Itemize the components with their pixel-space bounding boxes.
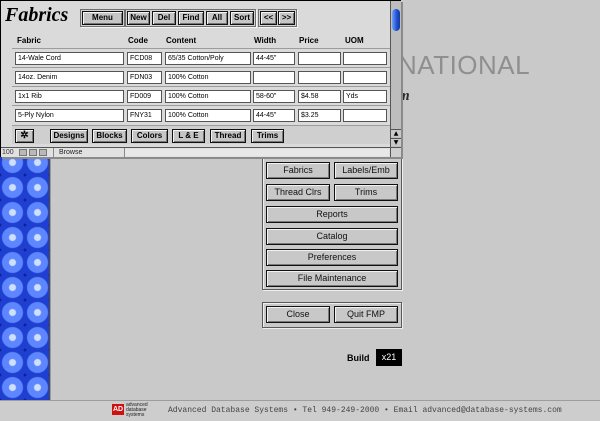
price-field[interactable]: $3.25 bbox=[298, 109, 341, 122]
price-field[interactable]: $4.58 bbox=[298, 90, 341, 103]
table-row: 5-Ply Nylon FNY31 100% Cotton 44-45" $3.… bbox=[12, 105, 390, 124]
build-label: Build bbox=[347, 353, 370, 363]
table-row: 1x1 Rib FD009 100% Cotton 58-60" $4.58 Y… bbox=[12, 86, 390, 105]
width-field[interactable]: 44-45" bbox=[253, 109, 295, 122]
l-and-e-button[interactable]: L & E bbox=[172, 129, 205, 143]
ads-logo: AD bbox=[112, 404, 124, 415]
snowflake-icon: ✲ bbox=[20, 130, 29, 141]
fabrics-window: Fabrics Menu New Del Find All Sort << >>… bbox=[0, 0, 401, 157]
build-value: x21 bbox=[376, 349, 402, 366]
previous-record-button[interactable]: << bbox=[260, 11, 277, 25]
window-title: Fabrics bbox=[5, 4, 69, 26]
designs-button[interactable]: Designs bbox=[50, 129, 88, 143]
file-maintenance-button[interactable]: File Maintenance bbox=[266, 270, 398, 287]
reports-button[interactable]: Reports bbox=[266, 206, 398, 223]
code-field[interactable]: FNY31 bbox=[127, 109, 162, 122]
mode-popup[interactable]: Browse bbox=[53, 148, 125, 157]
horizontal-scrollbar[interactable] bbox=[125, 149, 389, 156]
fabric-field[interactable]: 14oz. Denim bbox=[15, 71, 124, 84]
status-area-toggle-icon[interactable] bbox=[39, 149, 47, 156]
content-field[interactable]: 100% Cotton bbox=[165, 90, 251, 103]
table-row: 14-Wale Cord FCD08 65/35 Cotton/Poly 44-… bbox=[12, 48, 390, 67]
blocks-button[interactable]: Blocks bbox=[92, 129, 127, 143]
column-header-content: Content bbox=[166, 36, 197, 45]
resize-handle[interactable] bbox=[390, 147, 401, 157]
fabrics-button[interactable]: Fabrics bbox=[266, 162, 330, 179]
column-header-width: Width bbox=[254, 36, 277, 45]
fabric-field[interactable]: 1x1 Rib bbox=[15, 90, 124, 103]
footer-bar: AD advanced database systems Advanced Da… bbox=[0, 400, 600, 421]
content-field[interactable]: 65/35 Cotton/Poly bbox=[165, 52, 251, 65]
column-header-uom: UOM bbox=[345, 36, 364, 45]
column-header-fabric: Fabric bbox=[17, 36, 42, 45]
thread-button[interactable]: Thread bbox=[210, 129, 246, 143]
menu-button[interactable]: Menu bbox=[82, 11, 123, 25]
column-header-price: Price bbox=[299, 36, 319, 45]
price-field[interactable] bbox=[298, 52, 341, 65]
app-title-fragment: NATIONAL bbox=[398, 50, 531, 80]
side-divider bbox=[50, 150, 51, 401]
quit-fmp-button[interactable]: Quit FMP bbox=[334, 306, 398, 323]
trims-button[interactable]: Trims bbox=[334, 184, 398, 201]
uom-field[interactable]: Yds bbox=[343, 90, 387, 103]
snowflake-icon-button[interactable]: ✲ bbox=[15, 129, 34, 143]
zoom-level[interactable]: 100 bbox=[2, 148, 14, 157]
uom-field[interactable] bbox=[343, 109, 387, 122]
status-bar: 100 Browse bbox=[1, 147, 390, 157]
fabric-field[interactable]: 14-Wale Cord bbox=[15, 52, 124, 65]
scroll-thumb[interactable] bbox=[392, 9, 400, 31]
uom-field[interactable] bbox=[343, 52, 387, 65]
delete-button[interactable]: Del bbox=[152, 11, 176, 25]
find-button[interactable]: Find bbox=[178, 11, 204, 25]
width-field[interactable]: 58-60" bbox=[253, 90, 295, 103]
content-field[interactable]: 100% Cotton bbox=[165, 109, 251, 122]
new-button[interactable]: New bbox=[127, 11, 150, 25]
zoom-out-icon[interactable] bbox=[19, 149, 27, 156]
ads-logo-text: advanced database systems bbox=[126, 402, 148, 418]
catalog-button[interactable]: Catalog bbox=[266, 228, 398, 245]
preferences-button[interactable]: Preferences bbox=[266, 249, 398, 266]
width-field[interactable] bbox=[253, 71, 295, 84]
content-field[interactable]: 100% Cotton bbox=[165, 71, 251, 84]
code-field[interactable]: FCD08 bbox=[127, 52, 162, 65]
footer-contact-text: Advanced Database Systems • Tel 949-249-… bbox=[168, 406, 562, 415]
close-button[interactable]: Close bbox=[266, 306, 330, 323]
zoom-in-icon[interactable] bbox=[29, 149, 37, 156]
scroll-down-arrow-icon[interactable]: ▼ bbox=[391, 138, 401, 146]
colors-button[interactable]: Colors bbox=[131, 129, 168, 143]
labels-emb-button[interactable]: Labels/Emb bbox=[334, 162, 398, 179]
next-record-button[interactable]: >> bbox=[278, 11, 295, 25]
vertical-scrollbar[interactable]: ▲ ▼ bbox=[390, 1, 401, 148]
price-field[interactable] bbox=[298, 71, 341, 84]
related-buttons-bar: ✲ Designs Blocks Colors L & E Thread Tri… bbox=[12, 125, 390, 144]
side-pattern-strip bbox=[0, 150, 50, 401]
uom-field[interactable] bbox=[343, 71, 387, 84]
sort-button[interactable]: Sort bbox=[230, 11, 254, 25]
thread-clrs-button[interactable]: Thread Clrs bbox=[266, 184, 330, 201]
code-field[interactable]: FD009 bbox=[127, 90, 162, 103]
fabric-field[interactable]: 5-Ply Nylon bbox=[15, 109, 124, 122]
code-field[interactable]: FDN03 bbox=[127, 71, 162, 84]
scroll-up-arrow-icon[interactable]: ▲ bbox=[391, 129, 401, 137]
width-field[interactable]: 44-45" bbox=[253, 52, 295, 65]
trims-tab-button[interactable]: Trims bbox=[251, 129, 284, 143]
column-header-code: Code bbox=[128, 36, 148, 45]
all-button[interactable]: All bbox=[206, 11, 228, 25]
table-row: 14oz. Denim FDN03 100% Cotton bbox=[12, 67, 390, 86]
